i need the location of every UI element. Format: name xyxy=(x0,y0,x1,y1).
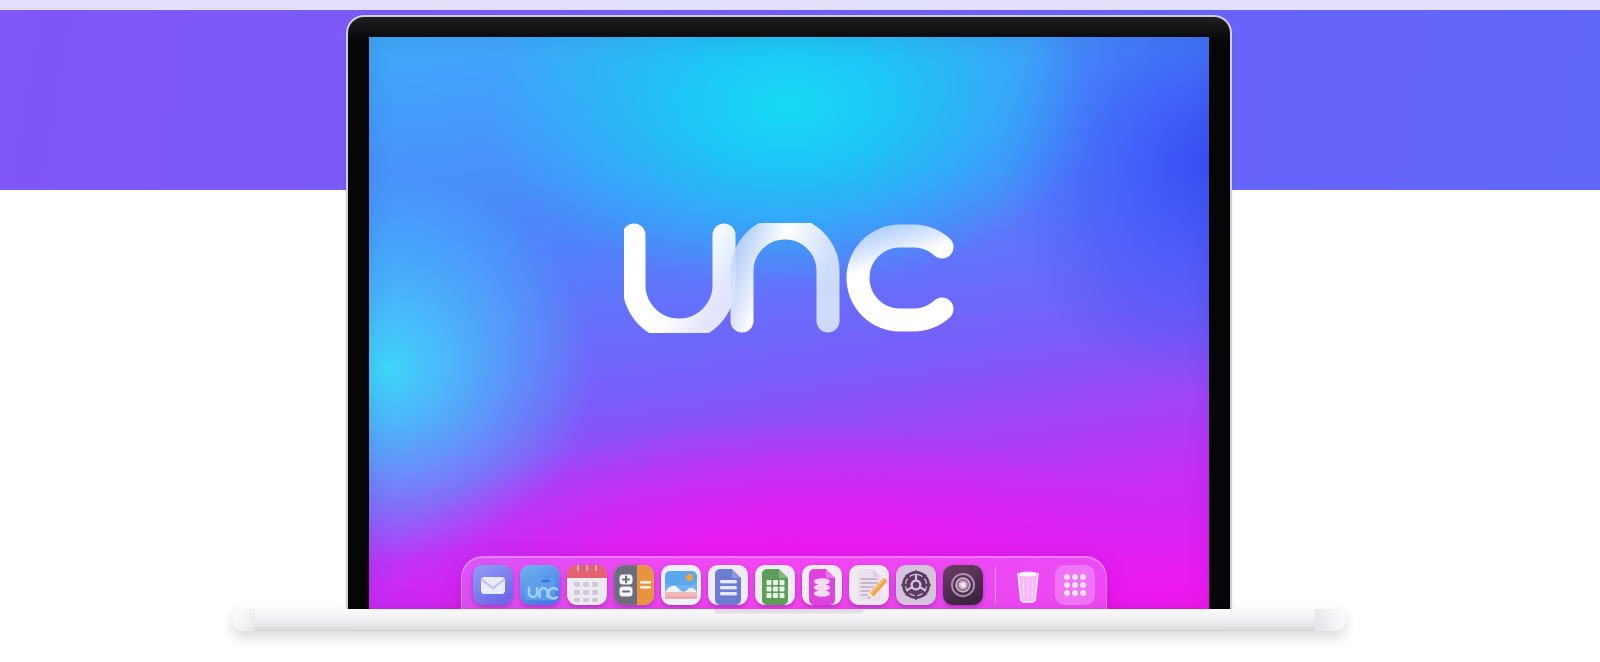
laptop-base-right-edge xyxy=(1315,609,1345,631)
dock-divider xyxy=(995,566,996,604)
dock-item-calculator[interactable] xyxy=(614,565,654,605)
dock-item-numbers[interactable] xyxy=(755,565,795,605)
grid-dots-icon xyxy=(1055,565,1095,605)
calendar-icon xyxy=(567,565,607,605)
layers-icon xyxy=(802,565,842,605)
calculator-icon xyxy=(614,565,654,605)
page-root xyxy=(0,0,1600,662)
notepad-pencil-icon xyxy=(849,565,889,605)
dock[interactable] xyxy=(461,556,1107,609)
unc-logo xyxy=(369,223,1209,333)
dock-item-photos[interactable] xyxy=(661,565,701,605)
top-accent-strip xyxy=(0,0,1600,10)
folder-unc-icon xyxy=(520,565,560,605)
laptop-base-left-edge xyxy=(233,609,255,631)
gear-icon xyxy=(896,565,936,605)
laptop-device xyxy=(233,17,1345,645)
dock-item-calendar[interactable] xyxy=(567,565,607,605)
document-lines-icon xyxy=(708,565,748,605)
dock-item-media[interactable] xyxy=(943,565,983,605)
dock-item-documents[interactable] xyxy=(708,565,748,605)
disc-icon xyxy=(943,565,983,605)
envelope-icon xyxy=(473,565,513,605)
dock-item-mail[interactable] xyxy=(473,565,513,605)
spreadsheet-icon xyxy=(755,565,795,605)
dock-item-finder[interactable] xyxy=(520,565,560,605)
laptop-lid xyxy=(348,17,1230,625)
unc-wordmark-icon xyxy=(624,223,954,333)
laptop-base xyxy=(233,609,1345,631)
dock-item-trash[interactable] xyxy=(1008,565,1048,605)
trash-icon xyxy=(1017,571,1039,603)
desktop-screen[interactable] xyxy=(369,37,1209,609)
dock-item-keynote[interactable] xyxy=(802,565,842,605)
photo-icon xyxy=(661,565,701,605)
dock-item-notes[interactable] xyxy=(849,565,889,605)
dock-item-launchpad[interactable] xyxy=(1055,565,1095,605)
dock-item-settings[interactable] xyxy=(896,565,936,605)
